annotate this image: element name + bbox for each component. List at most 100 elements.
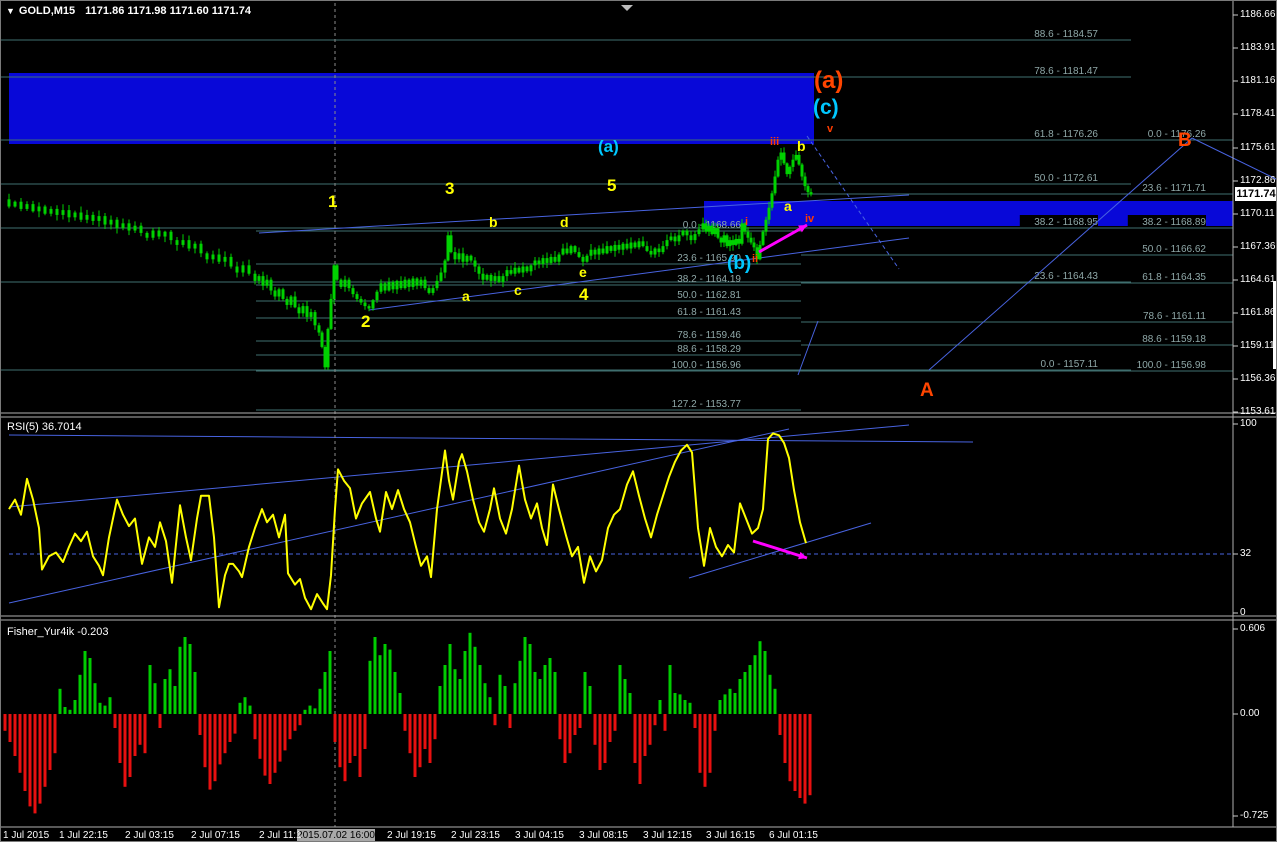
fisher-bar <box>158 714 162 728</box>
candle-body <box>685 230 689 236</box>
fisher-bar <box>733 693 737 714</box>
candle-body <box>453 252 457 260</box>
fisher-bar <box>433 714 437 740</box>
elliott-wave-label[interactable]: B <box>1178 130 1192 151</box>
elliott-wave-label[interactable]: (a) <box>598 137 619 156</box>
trendline[interactable] <box>797 320 819 376</box>
signal-arrow[interactable] <box>752 539 808 560</box>
fisher-bar <box>188 644 192 714</box>
trendline[interactable] <box>8 428 790 604</box>
fisher-bar <box>63 707 67 714</box>
candle-body <box>573 246 577 253</box>
fisher-bar <box>508 714 512 728</box>
elliott-wave-label[interactable]: a <box>784 198 792 214</box>
candle-body <box>782 152 786 164</box>
candle-body <box>257 276 261 281</box>
candle-body <box>593 249 597 255</box>
trendline[interactable] <box>8 434 974 443</box>
fisher-bar <box>563 714 567 763</box>
fisher-bar <box>33 714 37 814</box>
candle-body <box>253 273 257 281</box>
elliott-wave-label[interactable]: c <box>514 282 522 298</box>
scrollbar-thumb[interactable] <box>1273 281 1277 369</box>
fisher-bar <box>638 714 642 784</box>
elliott-wave-label[interactable]: b <box>797 138 806 154</box>
candle-body <box>728 240 732 247</box>
elliott-wave-label[interactable]: i <box>745 216 748 228</box>
supply-zone-upper[interactable] <box>9 73 814 144</box>
chart-canvas[interactable]: 88.6 - 1184.57 78.6 - 1181.47 61.8 - 1176.… <box>1 1 1277 842</box>
fisher-bar <box>203 714 207 768</box>
elliott-wave-label[interactable]: 2 <box>361 312 370 331</box>
fib-retracement-2[interactable]: 0.0 - 1168.6623.6 - 1165.9038.2 - 1164.1… <box>256 220 801 411</box>
candle-body <box>806 186 810 193</box>
price-tick-label: 1167.36 <box>1240 241 1276 252</box>
candle-body <box>601 248 605 254</box>
symbol-dropdown-icon[interactable]: ▼ <box>6 6 15 16</box>
fisher-bar <box>368 660 372 714</box>
elliott-wave-label[interactable]: b <box>489 214 498 230</box>
elliott-wave-label[interactable]: (b) <box>727 253 751 274</box>
fisher-bar <box>153 683 157 714</box>
elliott-wave-label[interactable]: 4 <box>579 285 589 304</box>
fisher-bar <box>358 714 362 777</box>
elliott-wave-label[interactable]: v <box>827 123 834 135</box>
price-tick-label: 1164.61 <box>1240 274 1276 285</box>
fisher-bar <box>193 672 197 714</box>
candle-body <box>669 236 673 241</box>
candle-body <box>431 288 435 293</box>
fisher-bar <box>93 683 97 714</box>
candle-body <box>13 201 17 207</box>
fisher-bar <box>113 714 117 728</box>
elliott-wave-label[interactable]: (a) <box>814 67 843 94</box>
elliott-wave-label[interactable]: (c) <box>813 96 839 119</box>
candle-body <box>435 280 439 289</box>
candle-body <box>446 235 450 261</box>
fisher-bar <box>408 714 412 754</box>
elliott-wave-label[interactable]: d <box>560 214 569 230</box>
candle-body <box>529 265 533 272</box>
fisher-bar <box>38 714 42 804</box>
candle-body <box>740 223 744 244</box>
candle-body <box>677 235 681 242</box>
candle-body <box>317 325 321 333</box>
candle-body <box>557 254 561 262</box>
candle-body <box>199 243 203 254</box>
fisher-bar <box>363 714 367 749</box>
candle-body <box>339 279 343 287</box>
fisher-bar <box>223 714 227 754</box>
candle-body <box>359 298 363 303</box>
elliott-wave-label[interactable]: e <box>579 264 587 280</box>
candle-body <box>61 210 65 215</box>
elliott-wave-label[interactable]: 5 <box>607 176 616 195</box>
fisher-bar <box>723 694 727 714</box>
candle-body <box>731 240 735 245</box>
elliott-wave-label[interactable]: a <box>462 288 470 304</box>
candle-body <box>561 248 565 255</box>
fisher-bar <box>168 669 172 714</box>
indicator-tick-label: 0.00 <box>1240 708 1260 719</box>
candle-body <box>127 223 131 231</box>
fisher-bar <box>618 665 622 714</box>
candle-body <box>247 265 251 274</box>
elliott-wave-label[interactable]: ii <box>752 253 758 265</box>
fisher-bar <box>553 672 557 714</box>
fib-retracement-1[interactable]: 0.0 - 1176.2623.6 - 1171.7138.2 - 1168.8… <box>801 129 1233 372</box>
elliott-wave-label[interactable]: 1 <box>328 192 337 211</box>
elliott-wave-label[interactable]: 3 <box>445 179 454 198</box>
fisher-bar <box>348 714 352 763</box>
fisher-bar <box>23 714 27 791</box>
elliott-wave-label[interactable]: iii <box>770 136 779 148</box>
time-tick-label: 6 Jul 01:15 <box>769 830 818 841</box>
elliott-wave-label[interactable]: iv <box>805 213 815 225</box>
signal-arrow-head <box>798 551 807 560</box>
indicator-tick-label: 100 <box>1240 418 1257 429</box>
fisher-bar <box>523 637 527 714</box>
time-tick-label: 3 Jul 16:15 <box>706 830 755 841</box>
candle-body <box>371 300 375 309</box>
fisher-bar <box>373 637 377 714</box>
chart-shift-marker-icon[interactable] <box>621 5 633 11</box>
elliott-wave-label[interactable]: A <box>920 380 934 401</box>
fisher-bar <box>543 665 547 714</box>
candle-body <box>605 246 609 254</box>
